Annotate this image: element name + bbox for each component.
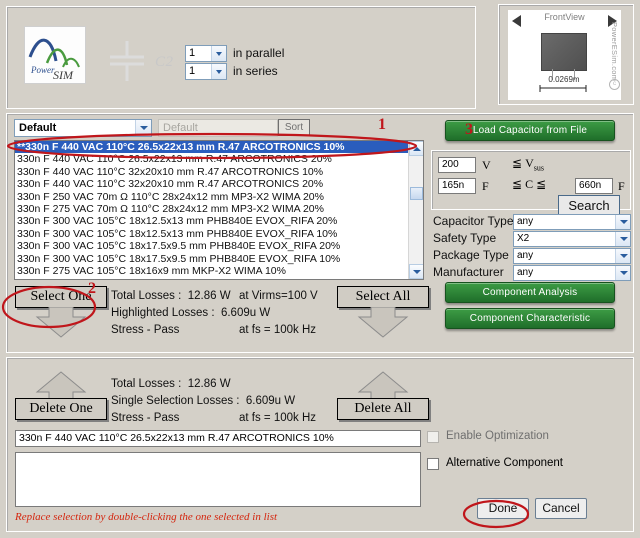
annotation-overlay [0,0,640,538]
annotation-number-3: 3 [465,121,473,139]
annotation-number-2: 2 [88,280,96,298]
annotation-number-1: 1 [378,116,386,134]
capacitor-selection-window: Power SIM C2 1 in parallel 1 in series [0,0,640,538]
